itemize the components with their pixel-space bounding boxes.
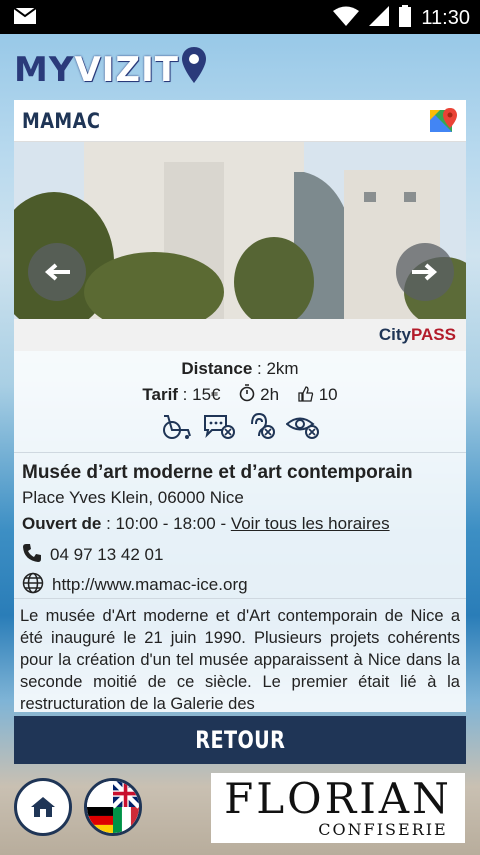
app-logo[interactable]: MY VIZIT: [14, 46, 207, 93]
accessibility-icons: [14, 412, 466, 445]
tarif-line: Tarif : 15€ 2h 10: [142, 384, 338, 404]
status-time: 11:30: [421, 7, 470, 29]
all-hours-link[interactable]: Voir tous les horaires: [231, 514, 390, 533]
language-button[interactable]: [84, 778, 142, 836]
arrow-right-icon: [412, 263, 438, 281]
website-line[interactable]: http://www.mamac-ice.org: [22, 570, 458, 600]
wifi-icon: [333, 6, 360, 31]
distance-line: Distance : 2km: [181, 359, 299, 378]
logo-vizit: VIZIT: [74, 49, 179, 90]
wheelchair-icon: [160, 412, 194, 445]
back-button-label: RETOUR: [194, 726, 286, 754]
flag-icon: [87, 781, 139, 833]
opening-hours: Ouvert de : 10:00 - 18:00 - Voir tous le…: [22, 514, 390, 533]
citypass-bar: CityPASS: [14, 319, 466, 351]
likes-value: 10: [318, 385, 338, 404]
sponsor-banner[interactable]: FLORIAN CONFISERIE: [211, 773, 465, 843]
place-info: Distance : 2km Tarif : 15€ 2h 10: [14, 356, 466, 445]
home-button[interactable]: [14, 778, 72, 836]
back-button[interactable]: RETOUR: [14, 716, 466, 764]
next-photo-button[interactable]: [396, 243, 454, 301]
phone-number[interactable]: 04 97 13 42 01: [50, 545, 163, 565]
place-details: Musée d’art moderne et d’art contemporai…: [22, 462, 458, 600]
visual-disabled-icon: [285, 412, 320, 445]
place-photo[interactable]: [14, 142, 466, 319]
status-bar: 11:30: [0, 0, 480, 34]
thumbs-up-icon: [293, 385, 318, 404]
divider: [14, 452, 466, 453]
citypass-badge: CityPASS: [378, 325, 456, 344]
battery-icon: [399, 5, 412, 32]
place-title: MAMAC: [22, 109, 101, 133]
previous-photo-button[interactable]: [28, 243, 86, 301]
place-card: MAMAC CityPASS Distance: 2km Tarif: 15…: [14, 100, 466, 712]
signal-icon: [369, 6, 390, 31]
duration-value: 2h: [260, 385, 280, 404]
logo-my: MY: [14, 49, 75, 90]
globe-icon: [22, 572, 44, 599]
website-link[interactable]: http://www.mamac-ice.org: [52, 575, 248, 595]
speech-disabled-icon: [202, 412, 236, 445]
phone-line[interactable]: 04 97 13 42 01: [22, 540, 458, 570]
place-description: Le musée d'Art moderne et d'Art contempo…: [20, 607, 460, 712]
mail-icon: [13, 7, 37, 29]
sponsor-name: FLORIAN: [224, 773, 452, 823]
museum-name: Musée d’art moderne et d’art contemporai…: [22, 462, 413, 483]
phone-icon: [22, 543, 42, 568]
divider: [14, 598, 466, 599]
sponsor-subtitle: CONFISERIE: [318, 819, 448, 839]
hearing-disabled-icon: [244, 412, 278, 445]
card-title-bar: MAMAC: [14, 100, 466, 142]
arrow-left-icon: [44, 263, 70, 281]
museum-address: Place Yves Klein, 06000 Nice: [22, 488, 244, 507]
location-pin-icon: [181, 46, 207, 93]
google-maps-icon[interactable]: [430, 106, 458, 134]
app-header: MY VIZIT: [0, 34, 480, 98]
timer-icon: [235, 384, 260, 404]
home-icon: [31, 797, 55, 817]
